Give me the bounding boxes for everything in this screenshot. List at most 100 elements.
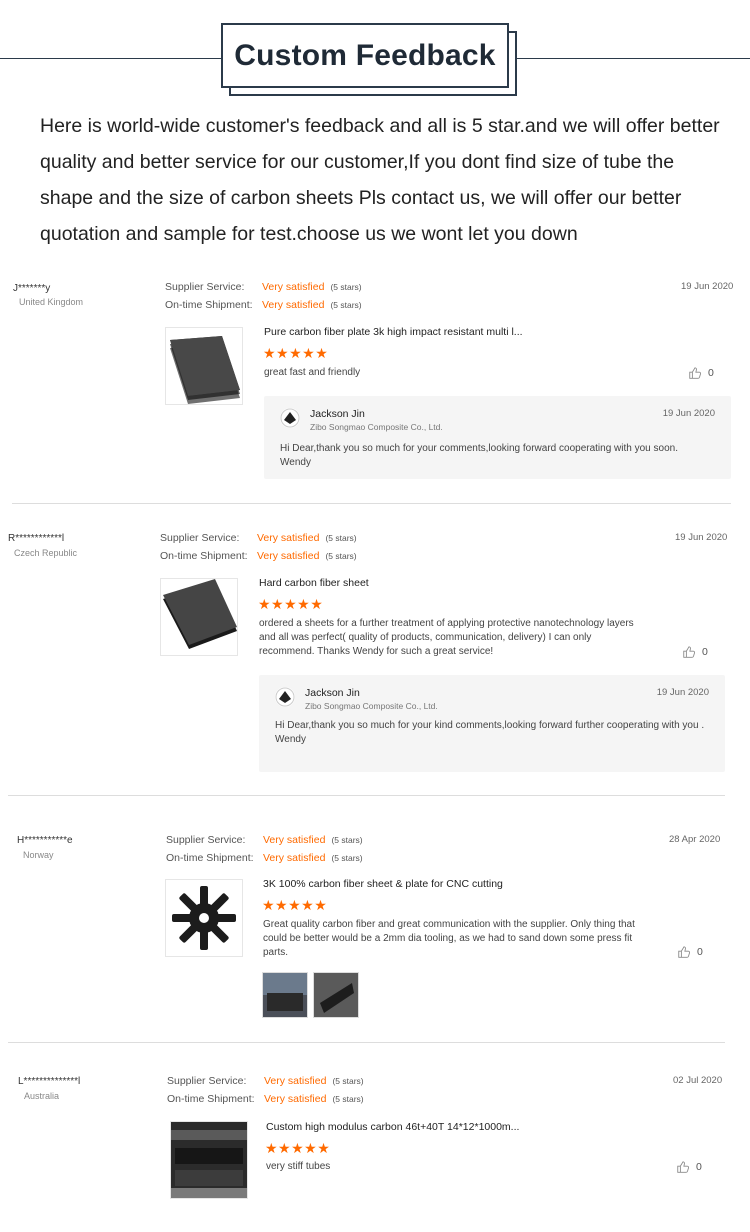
review-photo[interactable] [262,972,308,1018]
like-count: 0 [697,946,703,958]
cnc-part-image [172,886,236,950]
supplier-service-stars: (5 stars) [325,533,357,543]
product-name[interactable]: Pure carbon fiber plate 3k high impact r… [264,326,523,338]
like-count: 0 [702,646,708,658]
seller-name: Jackson Jin [305,687,360,699]
review-comment: very stiff tubes [266,1161,331,1172]
shipment-label: On-time Shipment: [166,852,254,864]
rating-stars: ★★★★★ [262,897,328,913]
supplier-service-row: Supplier Service: Very satisfied (5 stars) [165,281,362,293]
thumbs-up-icon [677,945,691,959]
reply-body: Hi Dear,thank you so much for your kind … [275,720,705,731]
carbon-sheet-image [163,579,237,649]
seller-company: Zibo Songmao Composite Co., Ltd. [310,422,443,432]
rating-stars: ★★★★★ [265,1140,331,1156]
page-title: Custom Feedback [234,38,496,72]
seller-avatar [280,408,300,428]
like-button[interactable]: 0 [676,1160,702,1174]
like-count: 0 [696,1161,702,1173]
shipment-row: On-time Shipment: Very satisfied (5 stars) [160,550,357,562]
seller-avatar [275,687,295,707]
shipment-value: Very satisfied [263,852,326,864]
review-comment: ordered a sheets for a further treatment… [259,618,634,657]
intro-text: Here is world-wide customer's feedback a… [40,115,720,245]
reviewer-name: H***********e [17,835,73,846]
supplier-service-value: Very satisfied [262,281,325,293]
supplier-service-label: Supplier Service: [166,834,246,846]
reply-signature: Wendy [280,457,311,468]
supplier-service-value: Very satisfied [257,532,320,544]
reviewer-country: United Kingdom [19,297,84,307]
supplier-service-row: Supplier Service: Very satisfied (5 stars) [166,834,363,846]
reply-text: Hi Dear,thank you so much for your kind … [275,719,711,747]
review-photo[interactable] [313,972,359,1018]
shipment-value: Very satisfied [262,299,325,311]
shipment-stars: (5 stars) [325,551,357,561]
title-box: Custom Feedback [221,23,509,88]
seller-company: Zibo Songmao Composite Co., Ltd. [305,701,438,711]
shipment-row: On-time Shipment: Very satisfied (5 stars) [166,852,363,864]
reviewer-country: Czech Republic [14,548,78,558]
like-button[interactable]: 0 [688,366,714,380]
review-date: 19 Jun 2020 [681,281,734,292]
shipment-row: On-time Shipment: Very satisfied (5 stars) [165,299,362,311]
review-comment: Great quality carbon fiber and great com… [263,919,635,958]
like-button[interactable]: 0 [682,645,708,659]
reviewer-country: Australia [24,1091,60,1101]
rating-stars: ★★★★★ [258,596,324,612]
review-date: 19 Jun 2020 [675,532,728,543]
review-comment: great fast and friendly [264,367,361,378]
shipment-label: On-time Shipment: [165,299,253,311]
review-divider [8,795,725,796]
like-button[interactable]: 0 [677,945,703,959]
shipment-stars: (5 stars) [331,853,363,863]
supplier-service-row: Supplier Service: Very satisfied (5 stars) [167,1075,364,1087]
shipment-label: On-time Shipment: [167,1093,255,1105]
thumbs-up-icon [688,366,702,380]
shipment-stars: (5 stars) [332,1094,364,1104]
supplier-service-stars: (5 stars) [332,1076,364,1086]
like-count: 0 [708,367,714,379]
supplier-service-stars: (5 stars) [331,835,363,845]
product-name[interactable]: Custom high modulus carbon 46t+40T 14*12… [266,1121,519,1133]
seller-reply: Jackson Jin Zibo Songmao Composite Co., … [259,675,725,772]
reply-date: 19 Jun 2020 [656,687,709,698]
review-divider [8,1042,725,1043]
header-rule-right [513,58,750,59]
carbon-plate-image [170,336,240,404]
supplier-service-row: Supplier Service: Very satisfied (5 stars) [160,532,357,544]
shipment-value: Very satisfied [264,1093,327,1105]
product-thumbnail[interactable] [170,1121,248,1199]
header-rule-left [0,58,223,59]
reply-body: Hi Dear,thank you so much for your comme… [280,443,678,454]
seller-name: Jackson Jin [310,408,365,420]
reviewer-name: J*******y [13,283,51,294]
product-thumbnail[interactable] [160,578,238,656]
reply-text: Hi Dear,thank you so much for your comme… [280,442,720,470]
thumbs-up-icon [682,645,696,659]
product-name[interactable]: 3K 100% carbon fiber sheet & plate for C… [263,878,503,890]
supplier-service-value: Very satisfied [264,1075,327,1087]
reviewer-name: R************l [8,533,65,544]
supplier-service-label: Supplier Service: [167,1075,247,1087]
reviewer-country: Norway [23,850,54,860]
supplier-service-label: Supplier Service: [165,281,245,293]
thumbs-up-icon [676,1160,690,1174]
product-thumbnail[interactable] [165,327,243,405]
product-thumbnail[interactable] [165,879,243,957]
supplier-service-value: Very satisfied [263,834,326,846]
rating-stars: ★★★★★ [263,345,329,361]
shipment-stars: (5 stars) [330,300,362,310]
shipment-value: Very satisfied [257,550,320,562]
carbon-tube-image [171,1122,247,1198]
reply-date: 19 Jun 2020 [662,408,715,419]
supplier-service-label: Supplier Service: [160,532,240,544]
shipment-row: On-time Shipment: Very satisfied (5 stars) [167,1093,364,1105]
seller-reply: Jackson Jin Zibo Songmao Composite Co., … [264,396,731,479]
review-divider [12,503,731,504]
review-date: 02 Jul 2020 [673,1075,723,1086]
supplier-service-stars: (5 stars) [330,282,362,292]
product-name[interactable]: Hard carbon fiber sheet [259,577,369,589]
review-date: 28 Apr 2020 [669,834,721,845]
reviewer-name: L**************l [18,1076,81,1087]
